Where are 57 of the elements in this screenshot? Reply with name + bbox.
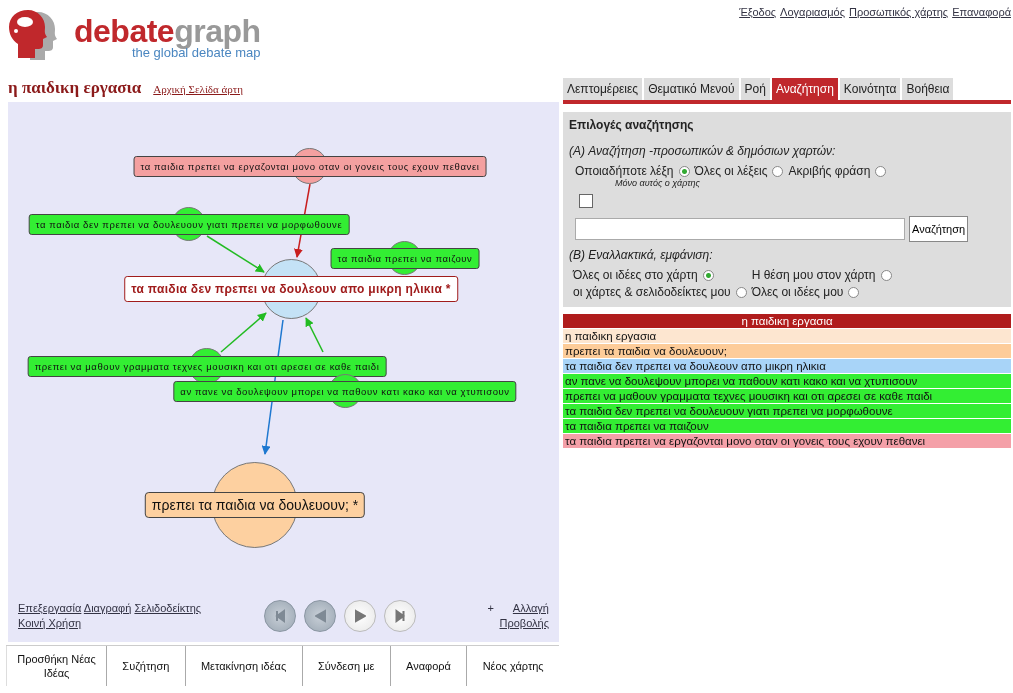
tab[interactable]: Ροή [740,78,770,100]
tab[interactable]: Θεματικό Μενού [644,78,739,100]
search-field[interactable] [575,218,905,240]
idea-list-item[interactable]: τα παιδια πρεπει να παιζουν [563,419,1011,433]
radio-button[interactable] [875,165,887,177]
list-header: η παιδικη εργασια [563,314,1011,328]
section-heading: (A) Αναζήτηση -προσωπικών & δημόσιων χαρτών: [569,144,837,158]
radio-button[interactable] [880,269,892,281]
checkbox-label: Μόνο αυτός ο χάρτης [615,178,701,188]
radio-label: Οποιαδήποτε λέξη [575,164,674,178]
radio-label: Ακριβής φράση [788,164,871,178]
radio-button[interactable] [702,269,714,281]
connector-arrow [305,317,324,353]
plus-sign: + [487,601,494,616]
idea-list-item[interactable]: αν πανε να δουλεψουν μπορει να παθουν κατι κακο και να χτυπισουν [563,374,1011,388]
map-action-link[interactable]: Κοινή Χρήση [18,617,82,629]
map-home-link[interactable]: Αρχική Σελίδα άρτη [153,83,243,95]
tab[interactable]: Αναζήτηση [771,78,838,100]
view-change-link[interactable]: Αλλαγή Προβολής [497,601,549,631]
idea-list-item[interactable]: πρεπει να μαθουν γραμματα τεχνες μουσικη και οτι αρεσει σε καθε παιδι [563,389,1011,403]
radio-label: Όλες οι λέξεις [694,164,768,178]
map-action-link[interactable]: Σελιδοδείκτης [134,602,202,614]
radio-button[interactable] [848,286,860,298]
idea-list-item[interactable]: τα παιδια πρεπει να εργαζονται μονο οταν οι γονεις τους εχουν πεθανει [563,434,1011,448]
header-link[interactable]: Επαναφορά [952,6,1011,78]
section-heading: (B) Εναλλακτικά, εμφάνιση: [569,248,714,262]
idea-list-item[interactable]: τα παιδια δεν πρεπει να δουλεουν απο μικρη ηλικια [563,359,1011,373]
idea-list-item[interactable]: τα παιδια δεν πρεπει να δουλευουν γιατι πρεπει να μορφωθουνε [563,404,1011,418]
idea-node[interactable]: πρεπει τα παιδια να δουλευουν; * [144,462,366,548]
map-action-link[interactable]: Επεξεργασία [18,602,82,614]
map-action-link[interactable]: Διαγραφή [83,602,132,614]
header-link[interactable]: Προσωπικός χάρτης [849,6,949,78]
tab[interactable]: Βοήθεια [902,78,954,100]
header-link[interactable]: Λογαριασμός [780,6,845,78]
checkbox[interactable] [579,194,593,208]
header-link[interactable]: Έξοδος [739,6,777,78]
radio-button[interactable] [735,286,747,298]
tab[interactable]: Λεπτομέρειες [563,78,643,100]
search-title: Επιλογές αναζήτησης [569,118,695,132]
navigation-button[interactable] [344,600,376,632]
skip-back-icon [274,609,286,623]
connector-arrow [206,235,265,273]
idea-list-item[interactable]: πρεπει τα παιδια να δουλευουν; [563,344,1011,358]
navigation-button[interactable] [384,600,416,632]
play-icon [354,609,366,623]
skip-forward-icon [394,609,406,623]
radio-button[interactable] [772,165,784,177]
map-title: η παιδικη εργασια [8,78,142,98]
play-back-icon [314,609,326,623]
radio-label: Η θέση μου στον χάρτη [751,268,876,282]
idea-list-item[interactable]: η παιδικη εργασια [563,329,1011,343]
radio-label: οι χάρτες & σελιδοδείκτες μου [573,285,731,299]
radio-label: Όλες οι ιδέες στο χάρτη [573,268,698,282]
search-button[interactable]: Αναζήτηση [909,216,969,242]
radio-label: Όλες οι ιδέες μου [751,285,844,299]
radio-button[interactable] [678,165,690,177]
tab[interactable]: Κοινότητα [839,78,901,100]
